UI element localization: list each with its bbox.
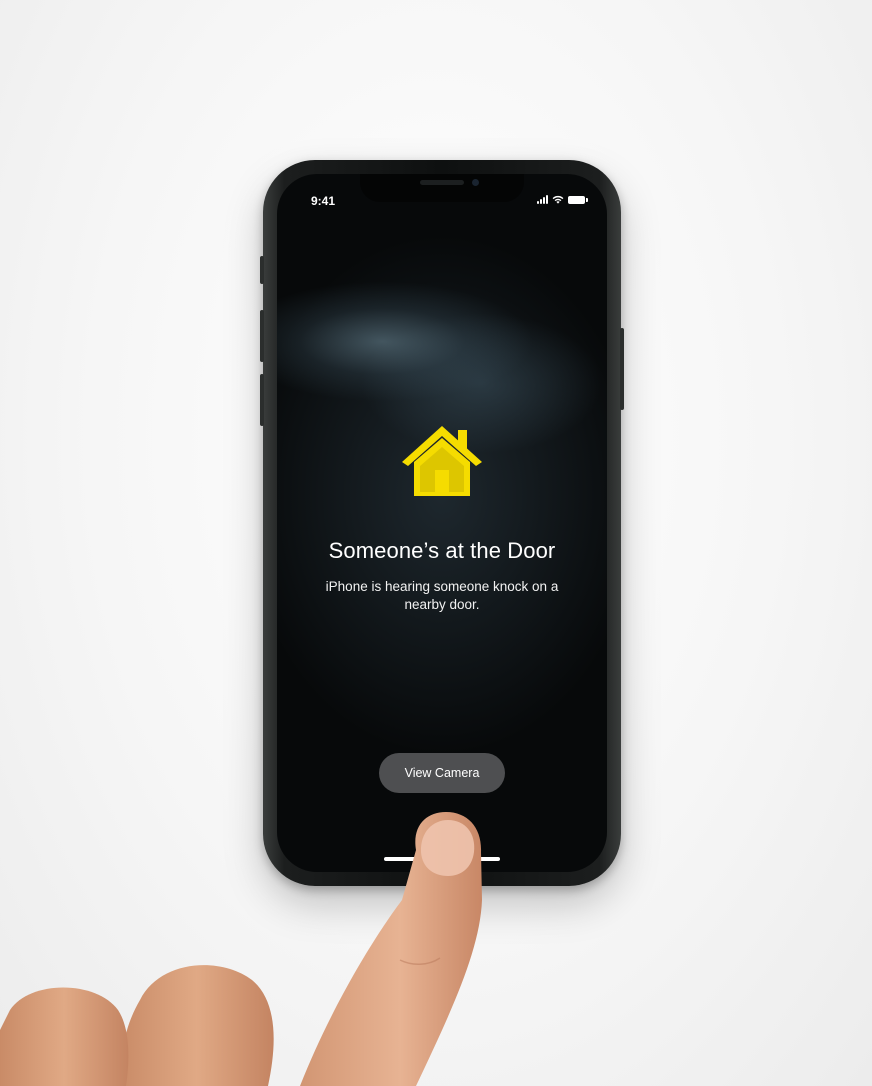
- volume-down-button: [260, 374, 264, 426]
- volume-up-button: [260, 310, 264, 362]
- home-indicator[interactable]: [384, 857, 500, 861]
- view-camera-button[interactable]: View Camera: [379, 753, 505, 793]
- cellular-signal-icon: [537, 195, 548, 204]
- silent-switch: [260, 256, 264, 284]
- status-time: 9:41: [311, 194, 336, 208]
- iphone-device: 9:41 Someone’s at the Door iPhone is hea…: [260, 160, 624, 886]
- status-icons: [537, 195, 588, 204]
- lock-screen: 9:41 Someone’s at the Door iPhone is hea…: [277, 174, 607, 872]
- alert-title: Someone’s at the Door: [328, 538, 556, 563]
- notch: [360, 174, 524, 202]
- earpiece-speaker: [420, 180, 464, 185]
- wifi-icon: [552, 195, 564, 204]
- home-icon: [402, 426, 482, 496]
- scene: 9:41 Someone’s at the Door iPhone is hea…: [0, 0, 872, 1086]
- battery-icon: [568, 196, 588, 204]
- alert-message: iPhone is hearing someone knock on a nea…: [325, 579, 559, 612]
- side-button: [620, 328, 624, 410]
- front-camera: [472, 179, 479, 186]
